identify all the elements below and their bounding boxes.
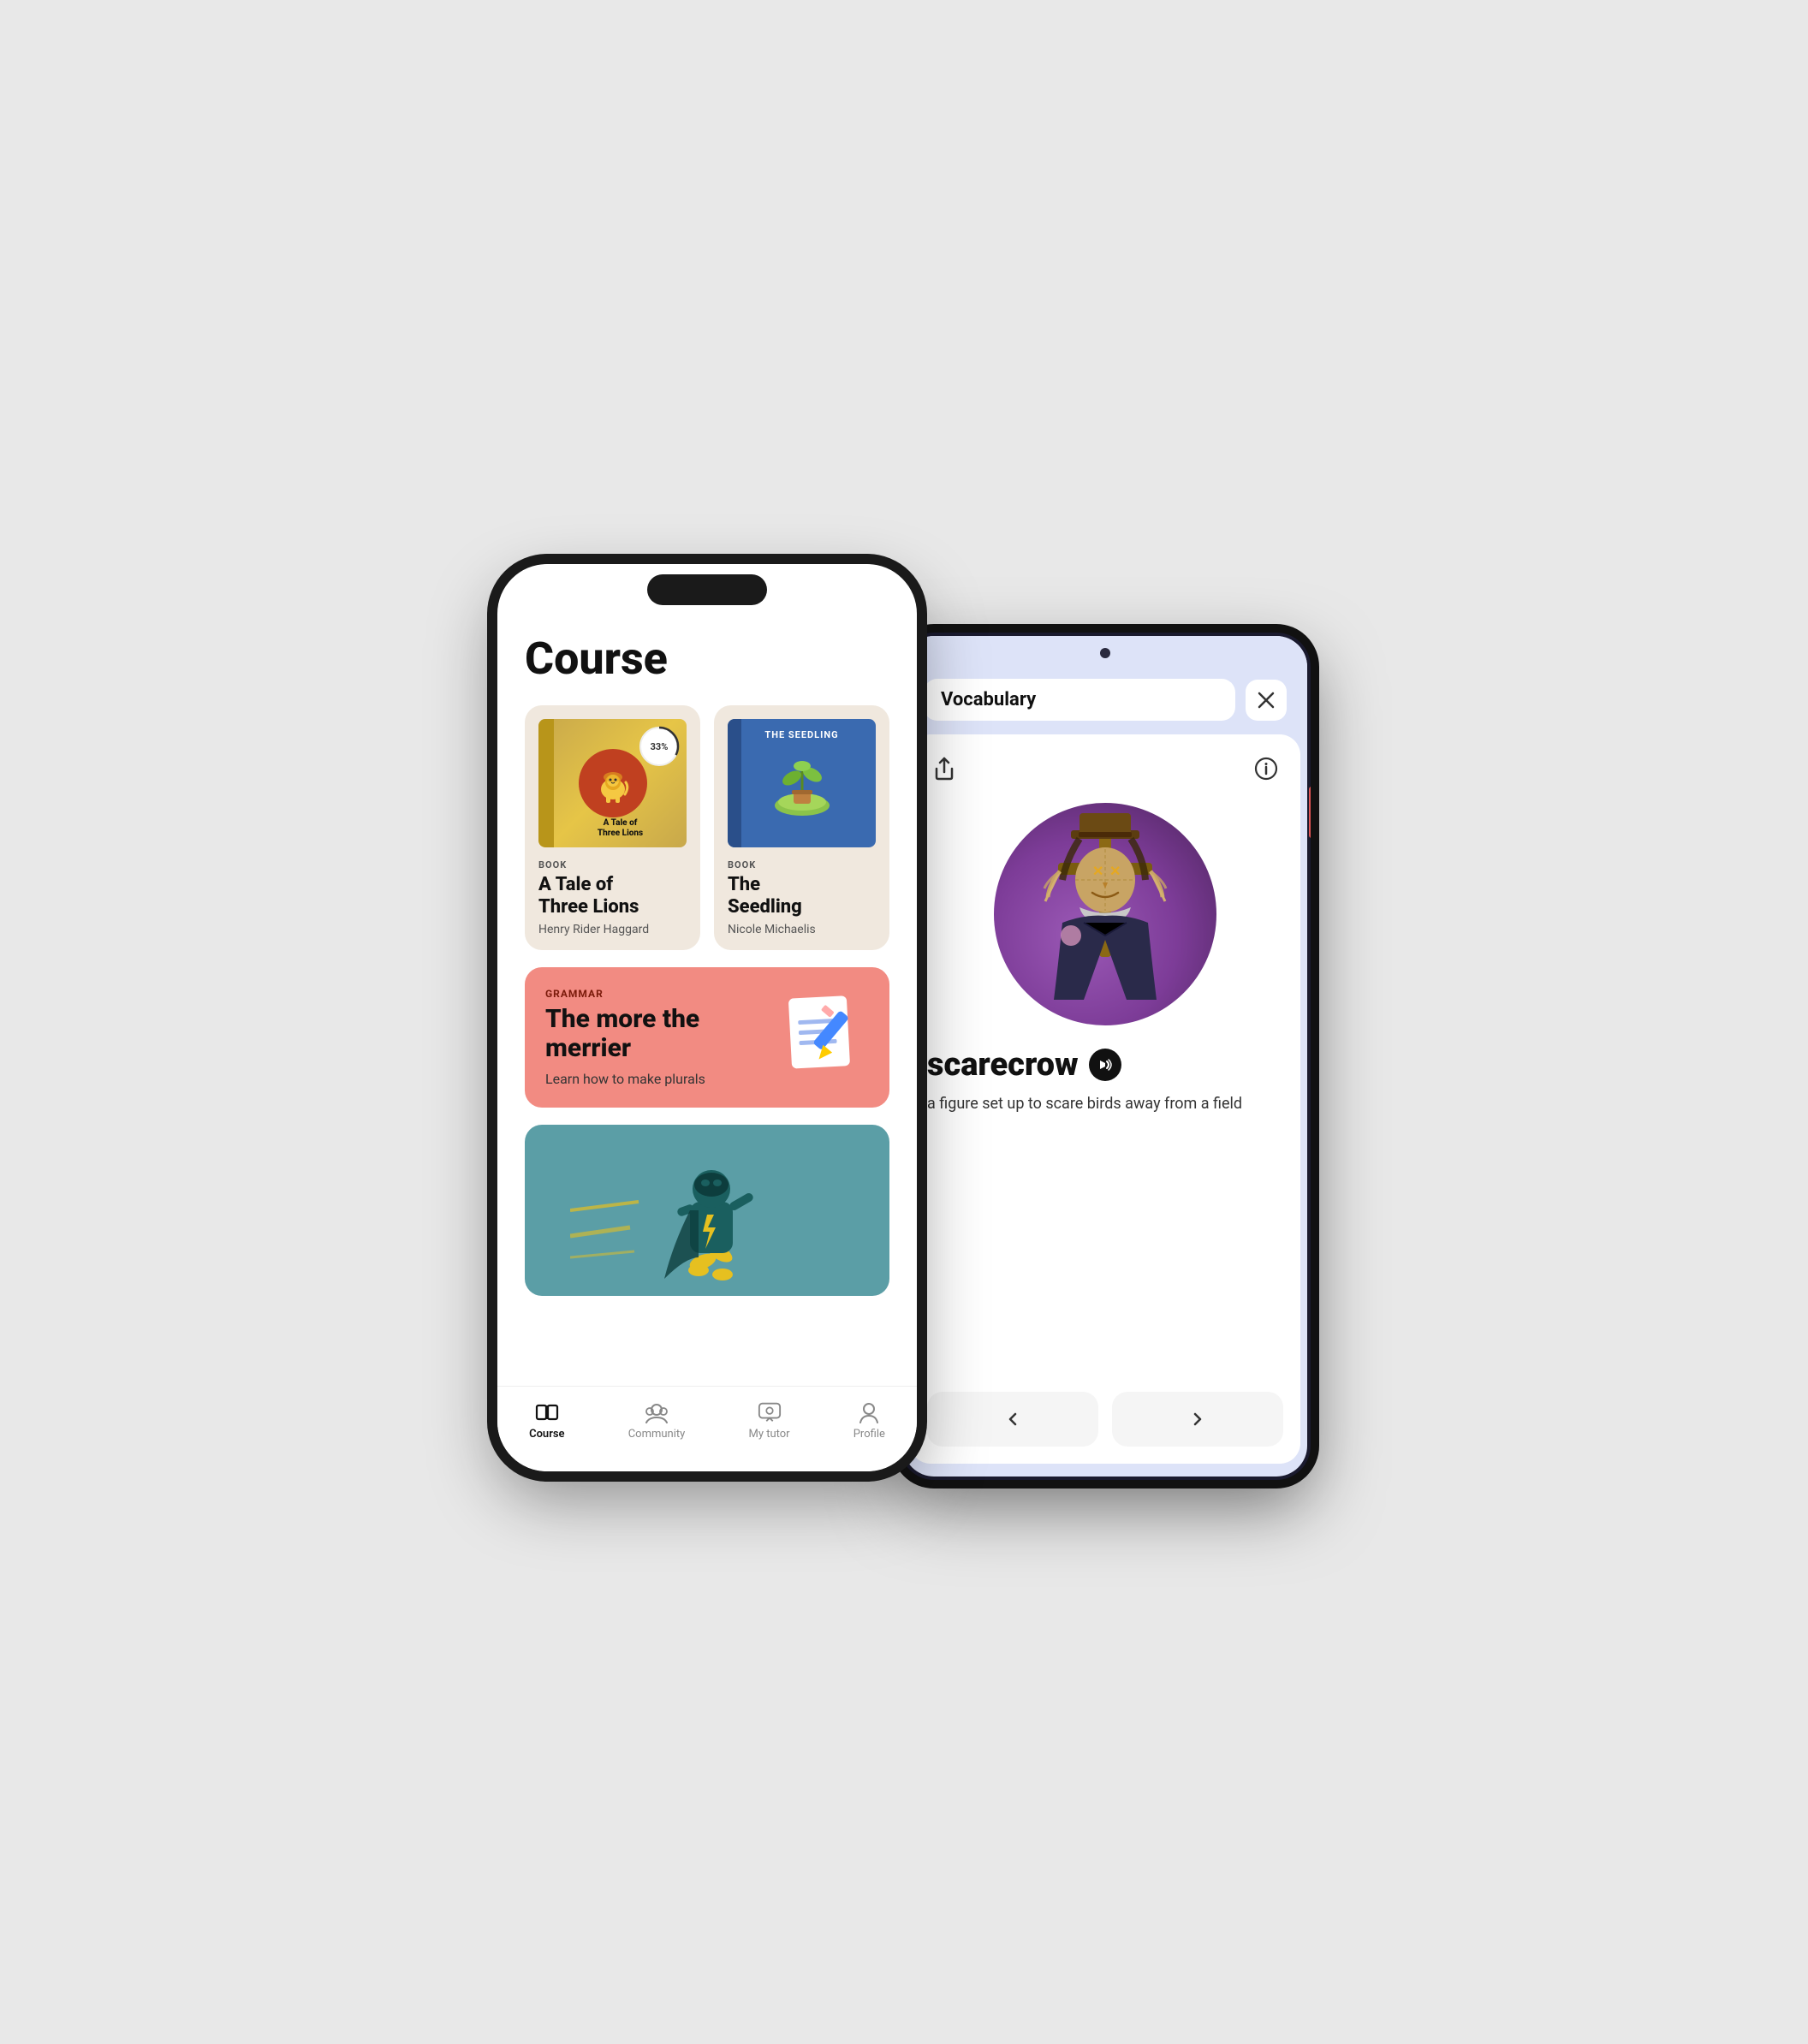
book-cover-wrapper-lions: A Tale ofThree Lions 33% [538, 719, 687, 847]
seedling-cover-title: THE SEEDLING [764, 729, 838, 740]
bottom-nav: Course Community [497, 1386, 917, 1471]
info-button[interactable] [1249, 752, 1283, 786]
nav-item-community[interactable]: Community [628, 1400, 686, 1441]
book-author-seedling: Nicole Michaelis [728, 923, 876, 936]
notch [647, 574, 767, 605]
word-definition: a figure set up to scare birds away from… [927, 1092, 1283, 1115]
grammar-title: The more themerrier [545, 1005, 764, 1064]
svg-text:✕: ✕ [1092, 863, 1103, 879]
nav-item-mytutor[interactable]: My tutor [748, 1400, 789, 1441]
book-card-seedling[interactable]: THE SEEDLING [714, 705, 889, 950]
nav-label-profile: Profile [853, 1428, 885, 1441]
superhero-svg [570, 1125, 844, 1296]
vocab-next-button[interactable] [1112, 1392, 1283, 1447]
book-type-seedling: BOOK [728, 859, 876, 870]
nav-item-course[interactable]: Course [529, 1400, 564, 1441]
progress-ring: 33% [637, 724, 681, 769]
power-button[interactable] [1309, 787, 1311, 838]
book-type-lions: BOOK [538, 859, 687, 870]
nav-label-mytutor: My tutor [748, 1428, 789, 1441]
nav-item-profile[interactable]: Profile [853, 1400, 885, 1441]
devices-container: Course [497, 564, 1311, 1480]
hero-banner[interactable] [525, 1125, 889, 1296]
phone-ios: Course [497, 564, 917, 1471]
course-icon [535, 1400, 559, 1424]
books-row: A Tale ofThree Lions 33% BOOK [525, 705, 889, 950]
book-name-seedling: TheSeedling [728, 874, 876, 919]
course-title: Course [525, 633, 889, 685]
grammar-doc-icon [775, 990, 869, 1084]
grammar-subtitle: Learn how to make plurals [545, 1071, 764, 1087]
ios-content: Course [497, 564, 917, 1394]
vocab-nav [927, 1378, 1283, 1447]
scarecrow-svg: ✕ ✕ [1007, 811, 1204, 1017]
profile-icon [857, 1400, 881, 1424]
mytutor-icon [758, 1400, 782, 1424]
scarecrow-illustration: ✕ ✕ [994, 803, 1216, 1025]
nav-label-community: Community [628, 1428, 686, 1441]
svg-text:✕: ✕ [1109, 863, 1121, 879]
seedling-plant-svg [759, 747, 845, 820]
front-camera [1100, 648, 1110, 658]
vocab-toolbar [927, 752, 1283, 786]
book-name-lions: A Tale ofThree Lions [538, 874, 687, 919]
book-author-lions: Henry Rider Haggard [538, 923, 687, 936]
nav-label-course: Course [529, 1428, 564, 1441]
android-screen: Vocabulary [903, 636, 1307, 1477]
vocab-title: Vocabulary [941, 689, 1218, 710]
phone-android: Vocabulary [900, 633, 1311, 1480]
vocab-close-button[interactable] [1246, 680, 1287, 721]
vocab-prev-button[interactable] [927, 1392, 1098, 1447]
audio-button[interactable] [1089, 1049, 1121, 1081]
book-cover-wrapper-seedling: THE SEEDLING [728, 719, 876, 847]
grammar-card-text: GRAMMAR The more themerrier Learn how to… [545, 988, 764, 1087]
share-button[interactable] [927, 752, 961, 786]
book-cover-seedling: THE SEEDLING [728, 719, 876, 847]
word-title: scarecrow [927, 1046, 1283, 1084]
community-icon [645, 1400, 669, 1424]
vocab-title-box: Vocabulary [924, 679, 1235, 721]
doc-pencil-svg [775, 990, 869, 1084]
word-section: scarecrow a figure set up to scare birds… [927, 1046, 1283, 1115]
grammar-card[interactable]: GRAMMAR The more themerrier Learn how to… [525, 967, 889, 1108]
svg-text:33%: 33% [651, 741, 669, 752]
lion-icon [592, 762, 634, 805]
grammar-label: GRAMMAR [545, 988, 764, 1000]
book-card-lions[interactable]: A Tale ofThree Lions 33% BOOK [525, 705, 700, 950]
vocab-body: ✕ ✕ [910, 734, 1300, 1464]
word-text: scarecrow [927, 1046, 1079, 1084]
